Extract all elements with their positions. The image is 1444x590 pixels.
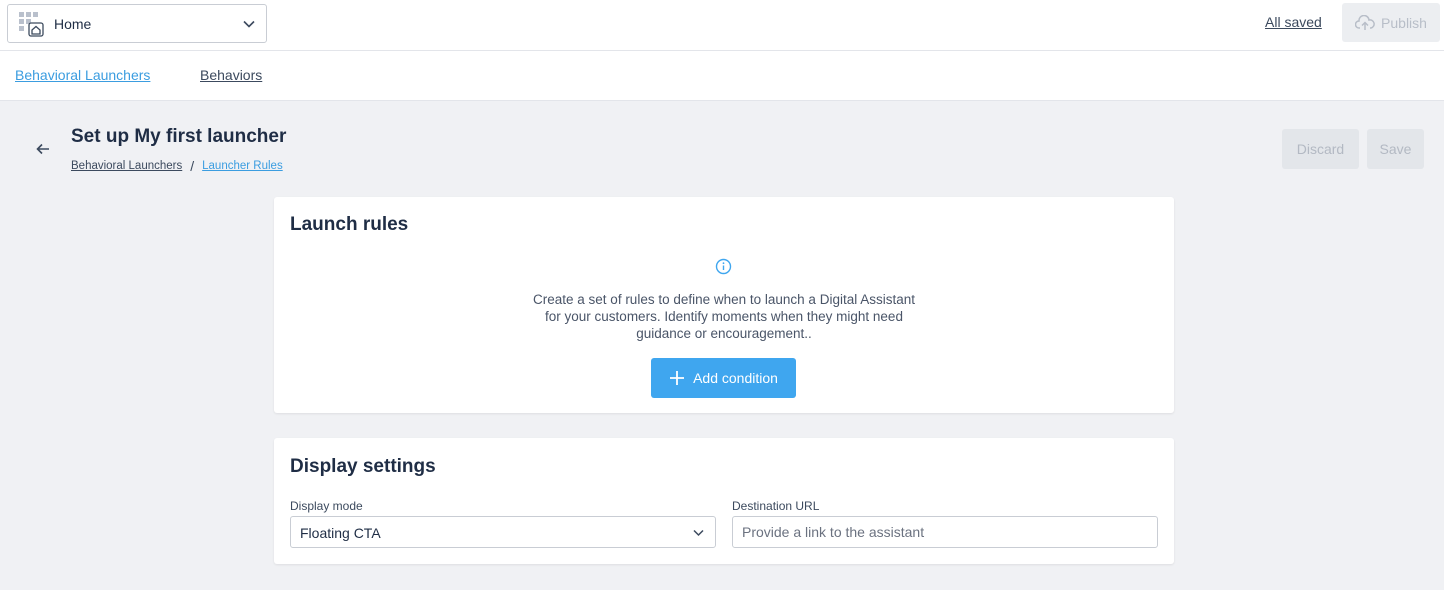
breadcrumb: Behavioral Launchers / Launcher Rules xyxy=(71,158,283,174)
add-condition-label: Add condition xyxy=(693,370,778,386)
add-condition-button[interactable]: Add condition xyxy=(651,358,796,398)
launch-rules-title: Launch rules xyxy=(290,214,409,235)
workspace-label: Home xyxy=(54,16,92,32)
plus-icon xyxy=(670,371,685,385)
chevron-down-icon xyxy=(243,20,255,28)
page-title: Set up My first launcher xyxy=(71,126,287,147)
breadcrumb-separator: / xyxy=(190,158,195,174)
save-status-link[interactable]: All saved xyxy=(1265,14,1322,30)
display-settings-title: Display settings xyxy=(290,456,436,477)
top-bar: Home All saved Publish xyxy=(0,0,1444,51)
cloud-upload-icon xyxy=(1355,14,1375,30)
display-settings-card: Display settings Display mode Destinatio… xyxy=(274,438,1174,564)
save-button[interactable]: Save xyxy=(1367,129,1424,169)
discard-button[interactable]: Discard xyxy=(1282,129,1359,169)
nav-behaviors[interactable]: Behaviors xyxy=(200,67,262,83)
display-mode-select[interactable]: Floating CTA xyxy=(290,516,716,548)
launch-rules-card: Launch rules Create a set of rules to de… xyxy=(274,197,1174,413)
arrow-left-icon[interactable] xyxy=(35,142,51,156)
breadcrumb-launcher-rules[interactable]: Launcher Rules xyxy=(202,160,283,172)
info-icon xyxy=(715,258,732,275)
breadcrumb-behavioral-launchers[interactable]: Behavioral Launchers xyxy=(71,160,182,172)
launch-rules-description: Create a set of rules to define when to … xyxy=(533,292,915,341)
workspace-select[interactable]: Home xyxy=(7,4,267,43)
home-grid-icon xyxy=(19,12,44,37)
nav-behavioral-launchers[interactable]: Behavioral Launchers xyxy=(15,67,150,83)
destination-url-input[interactable] xyxy=(732,516,1158,548)
sub-navigation: Behavioral Launchers Behaviors xyxy=(0,51,1444,101)
chevron-down-icon xyxy=(693,529,704,537)
publish-button[interactable]: Publish xyxy=(1342,3,1440,42)
publish-label: Publish xyxy=(1381,14,1427,31)
display-mode-value: Floating CTA xyxy=(300,525,381,541)
display-mode-label: Display mode xyxy=(290,499,363,513)
destination-url-label: Destination URL xyxy=(732,499,820,513)
